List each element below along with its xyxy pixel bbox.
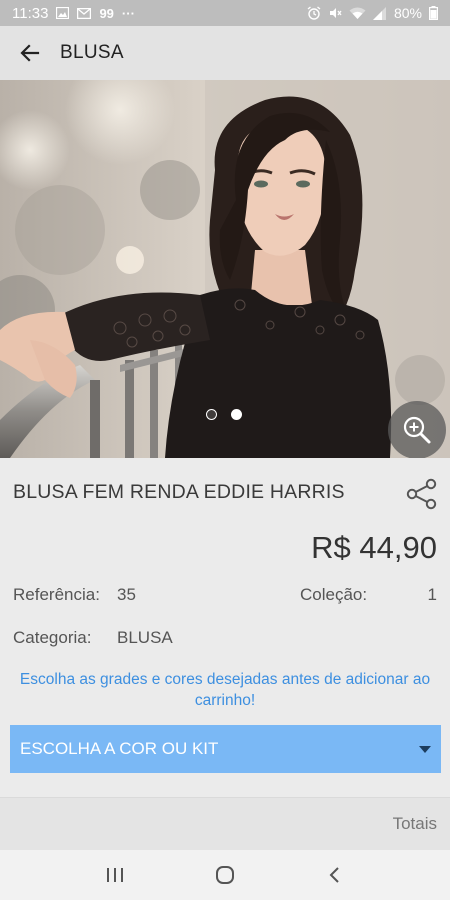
- share-button[interactable]: [404, 476, 440, 512]
- selection-notice: Escolha as grades e cores desejadas ante…: [19, 671, 431, 709]
- arrow-left-icon: [20, 44, 40, 62]
- screen: 11:33 99 ··· 80% BLUSA BLUSA FEM RENDA E…: [0, 0, 450, 900]
- status-left: 11:33 99 ···: [12, 5, 135, 22]
- app-bar: BLUSA: [0, 26, 450, 80]
- status-time: 11:33: [12, 4, 49, 22]
- page-title: BLUSA: [60, 42, 124, 63]
- recents-icon: [107, 868, 123, 882]
- caret-down-icon: [419, 745, 431, 753]
- share-icon: [406, 478, 437, 510]
- totals-label: Totais: [392, 814, 437, 833]
- product-name: BLUSA FEM RENDA EDDIE HARRIS: [13, 481, 345, 503]
- home-icon: [216, 866, 234, 884]
- battery-percent: 80%: [393, 5, 422, 21]
- system-nav-bar: [0, 850, 450, 900]
- pager-dot-2[interactable]: [231, 409, 242, 420]
- notification-badge: 99: [99, 5, 114, 21]
- product-photo: [0, 80, 450, 458]
- category-value: BLUSA: [117, 628, 173, 647]
- alarm-icon: [307, 6, 321, 20]
- totals-section: Totais: [0, 797, 450, 857]
- product-price: R$ 44,90: [311, 530, 437, 565]
- collection-value: 1: [427, 585, 437, 604]
- category-label: Categoria:: [13, 628, 92, 647]
- color-kit-dropdown-label: ESCOLHA A COR OU KIT: [20, 739, 219, 758]
- more-notifications: ···: [121, 5, 135, 21]
- battery-icon: [429, 6, 438, 20]
- back-button[interactable]: [0, 26, 60, 80]
- color-kit-dropdown[interactable]: ESCOLHA A COR OU KIT: [10, 725, 441, 773]
- signal-icon: [372, 6, 387, 20]
- reference-value: 35: [117, 585, 136, 604]
- wifi-icon: [349, 7, 366, 20]
- reference-label: Referência:: [13, 585, 100, 604]
- zoom-button[interactable]: [388, 401, 446, 458]
- collection-label: Coleção:: [300, 585, 368, 604]
- recents-button[interactable]: [90, 850, 140, 900]
- mute-icon: [328, 6, 342, 20]
- status-bar: 11:33 99 ··· 80%: [0, 0, 450, 26]
- home-button[interactable]: [200, 850, 250, 900]
- image-icon: [56, 7, 70, 19]
- status-right: 80%: [307, 5, 438, 21]
- pager-dot-1[interactable]: [206, 409, 217, 420]
- gallery-pager: [206, 409, 242, 420]
- zoom-in-icon: [403, 416, 431, 444]
- mail-icon: [77, 7, 92, 19]
- back-nav-button[interactable]: [310, 850, 360, 900]
- product-image-gallery[interactable]: [0, 80, 450, 458]
- chevron-left-icon: [329, 867, 339, 883]
